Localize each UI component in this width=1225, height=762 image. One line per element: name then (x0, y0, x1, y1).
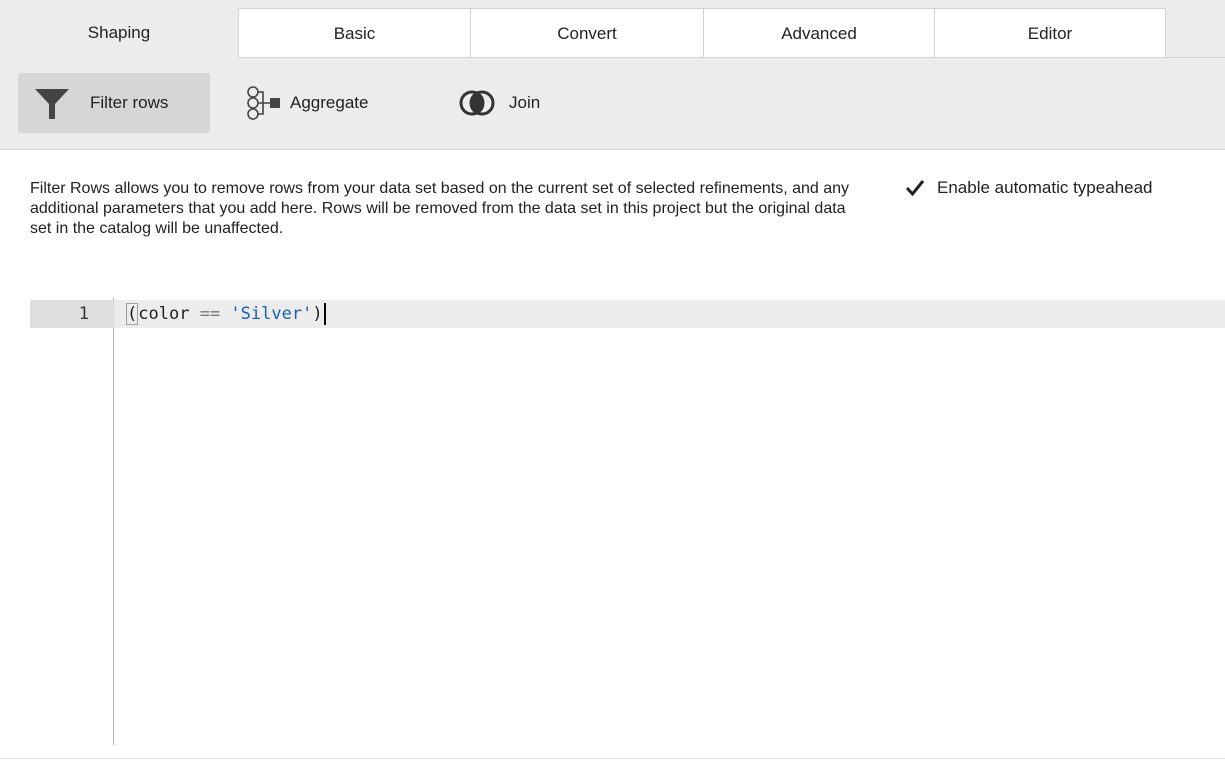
code-line[interactable]: (color == 'Silver') (114, 300, 1225, 328)
filter-rows-button[interactable]: Filter rows (18, 73, 210, 133)
join-button[interactable]: Join (455, 73, 575, 133)
bottom-divider (0, 758, 1225, 759)
editor-gutter: 1 (30, 298, 114, 745)
filter-rows-label: Filter rows (90, 93, 169, 112)
tab-convert[interactable]: Convert (470, 8, 704, 58)
enable-typeahead-checkbox[interactable]: Enable automatic typeahead (903, 176, 1153, 200)
checkmark-icon[interactable] (903, 176, 927, 200)
tab-label: Editor (1027, 23, 1073, 43)
code-editor[interactable]: 1 (color == 'Silver') (30, 298, 1225, 745)
code-identifier: color (138, 304, 190, 324)
text-cursor (323, 303, 326, 325)
tab-bar: Shaping Basic Convert Advanced Editor (0, 0, 1225, 58)
code-paren-close: ) (312, 304, 323, 324)
line-number: 1 (30, 300, 114, 328)
shaping-toolbar: Filter rows Aggregate Join (0, 58, 1225, 150)
filter-rows-description: Filter Rows allows you to remove rows fr… (30, 180, 850, 237)
aggregate-label: Aggregate (290, 93, 369, 112)
join-icon (455, 83, 499, 123)
code-string: 'Silver' (230, 304, 313, 324)
join-label: Join (509, 93, 541, 112)
typeahead-label: Enable automatic typeahead (937, 178, 1153, 197)
tab-label: Advanced (781, 23, 857, 43)
funnel-icon (30, 83, 74, 123)
tab-shaping[interactable]: Shaping (0, 8, 238, 58)
code-operator: == (199, 304, 221, 324)
tab-advanced[interactable]: Advanced (703, 8, 935, 58)
code-paren-open: ( (126, 303, 139, 325)
tab-label: Shaping (87, 23, 151, 42)
tab-label: Convert (557, 23, 617, 43)
tab-label: Basic (333, 23, 376, 43)
tab-basic[interactable]: Basic (238, 8, 471, 58)
tab-editor[interactable]: Editor (934, 8, 1166, 58)
aggregate-button[interactable]: Aggregate (240, 73, 415, 133)
aggregate-icon (240, 81, 284, 125)
